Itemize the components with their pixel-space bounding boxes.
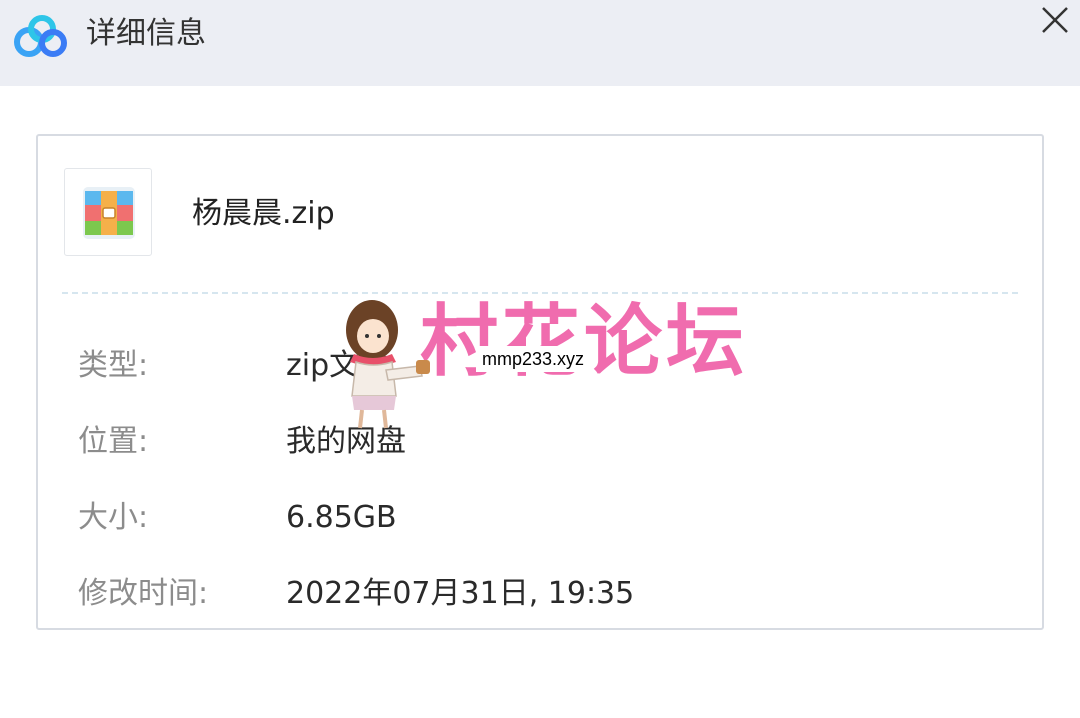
window-title: 详细信息 [86, 16, 206, 51]
file-thumbnail [64, 168, 152, 256]
title-bar: 详细信息 [0, 0, 1080, 86]
baidu-netdisk-cloud-icon [14, 15, 67, 57]
detail-row-modified: 修改时间: 2022年07月31日, 19:35 [78, 574, 978, 614]
details-card: 杨晨晨.zip 类型: zip文件 位置: 我的网盘 大小: 6.85GB 修改… [36, 134, 1044, 630]
detail-value: 我的网盘 [286, 424, 406, 459]
detail-value: 2022年07月31日, 19:35 [286, 576, 635, 611]
divider [62, 292, 1018, 294]
detail-label: 位置: [78, 424, 149, 459]
detail-value: zip文件 [286, 348, 390, 383]
file-name: 杨晨晨.zip [192, 196, 335, 231]
detail-row-location: 位置: 我的网盘 [78, 422, 978, 462]
detail-row-size: 大小: 6.85GB [78, 498, 978, 538]
close-icon [1042, 7, 1068, 33]
detail-value: 6.85GB [286, 500, 397, 535]
detail-label: 类型: [78, 348, 149, 383]
zip-archive-icon [83, 187, 135, 239]
close-button[interactable] [1032, 0, 1078, 40]
detail-label: 修改时间: [78, 576, 209, 611]
detail-label: 大小: [78, 500, 149, 535]
detail-row-type: 类型: zip文件 [78, 346, 978, 386]
